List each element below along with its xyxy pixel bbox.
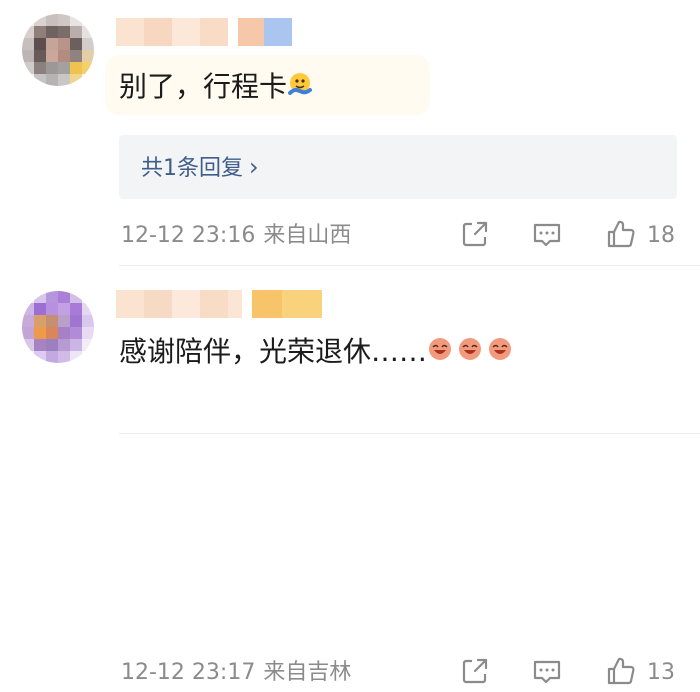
location: 来自吉林 [263,660,352,685]
comment-text: 别了，行程卡 [119,70,313,105]
comment-meta: 12-12 23:16 来自山西 [121,222,351,250]
username-pixelated[interactable] [116,290,322,318]
like-button[interactable] [604,654,638,688]
like-count: 13 [647,660,675,685]
divider [119,265,700,266]
timestamp: 12-12 23:17 [121,660,256,685]
comment-item: 别了，行程卡 共1条回复 › 12-12 23:16 来自山西 18 [0,0,700,265]
share-button[interactable] [458,217,492,251]
timestamp: 12-12 23:16 [121,223,256,248]
divider [119,433,700,434]
replies-panel[interactable]: 共1条回复 › [119,135,677,199]
username-pixelated[interactable] [116,18,292,46]
wave-emoji [287,71,313,105]
like-icon [607,657,635,685]
avatar[interactable] [22,291,94,363]
comment-button[interactable] [530,654,564,688]
comment-text: 感谢陪伴，光荣退休…… [119,335,513,370]
like-count: 18 [647,223,675,248]
location: 来自山西 [263,223,352,248]
share-button[interactable] [458,654,492,688]
chevron-right-icon: › [249,153,259,181]
comment-item: 感谢陪伴，光荣退休…… 12-12 23:17 来自吉林 13 [0,268,700,685]
comment-icon [533,223,561,247]
like-button[interactable] [604,217,638,251]
view-replies-link[interactable]: 共1条回复 › [141,153,259,183]
comment-icon [533,660,561,684]
comment-button[interactable] [530,217,564,251]
share-icon [462,658,488,684]
avatar[interactable] [22,14,94,86]
laughing-emoji [427,336,513,370]
share-icon [462,221,488,247]
like-icon [607,220,635,248]
comment-meta: 12-12 23:17 来自吉林 [121,659,351,687]
